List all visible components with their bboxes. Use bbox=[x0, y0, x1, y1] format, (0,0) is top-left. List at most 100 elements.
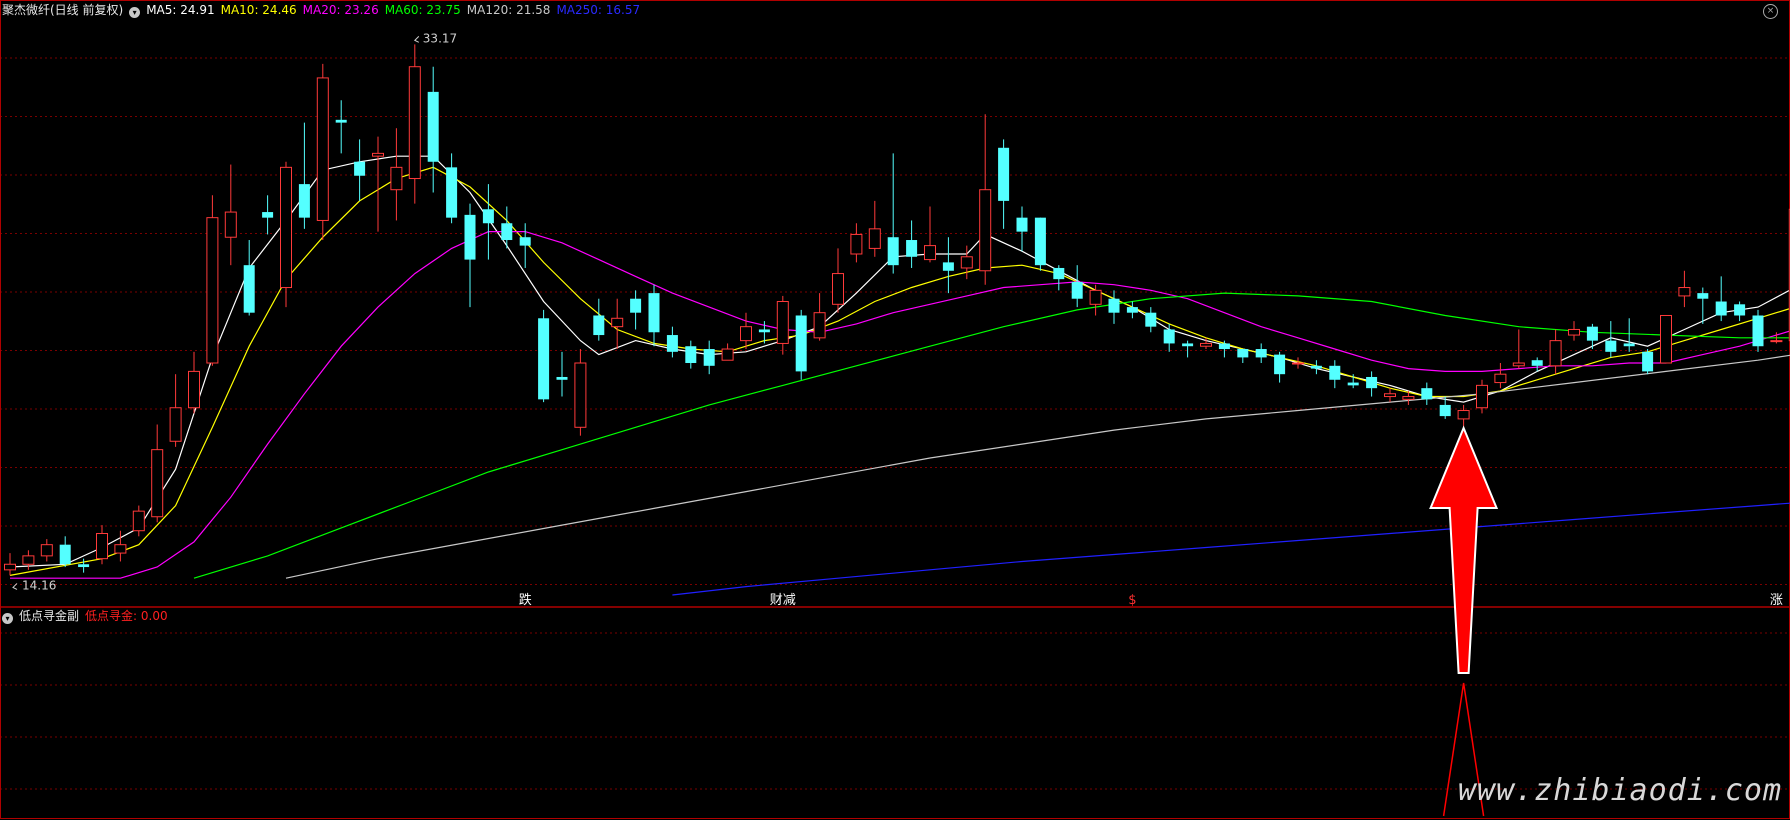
candle-body bbox=[721, 348, 734, 361]
candle-body bbox=[78, 564, 90, 568]
candle-body bbox=[206, 217, 219, 364]
stock-title[interactable]: 聚杰微纤(日线 前复权) bbox=[2, 3, 123, 17]
candle-body bbox=[482, 209, 494, 224]
signal-label: 财减 bbox=[770, 593, 796, 608]
candle-body bbox=[1586, 326, 1598, 341]
ma10-line bbox=[9, 166, 1790, 576]
candle-body bbox=[427, 91, 439, 162]
candle-body bbox=[630, 298, 642, 313]
candle-body bbox=[1549, 340, 1562, 367]
candle-body bbox=[1734, 304, 1746, 316]
moving-average-lines bbox=[9, 155, 1790, 596]
candle-body bbox=[316, 77, 329, 221]
candle-body bbox=[1439, 404, 1451, 417]
candle-body bbox=[611, 317, 624, 328]
chart-annotations: 33.17 14.16 跌 财减 $ 涨 bbox=[12, 31, 1783, 674]
candle-body bbox=[1053, 267, 1065, 280]
ma120-line bbox=[285, 354, 1790, 579]
candle-body bbox=[1402, 396, 1415, 400]
candle-body bbox=[1145, 312, 1157, 327]
indicator-menu-icon[interactable]: ▾ bbox=[2, 613, 13, 624]
candle-body bbox=[501, 223, 513, 241]
candle-body bbox=[1126, 307, 1138, 313]
candle-body bbox=[574, 362, 587, 428]
ma-legend-item: MA120: 21.58 bbox=[466, 3, 551, 17]
candle-body bbox=[390, 166, 403, 191]
grid-lines bbox=[0, 0, 1790, 819]
candle-body bbox=[1016, 217, 1028, 232]
candle-body bbox=[59, 544, 71, 565]
candle-body bbox=[758, 329, 770, 333]
ma-legend-item: MA250: 16.57 bbox=[556, 3, 641, 17]
sub-indicator-title[interactable]: 低点寻金副 bbox=[19, 609, 79, 623]
candle-body bbox=[1310, 365, 1322, 369]
candle-body bbox=[1384, 393, 1396, 398]
candle-body bbox=[1218, 343, 1230, 350]
candle-body bbox=[224, 211, 237, 238]
signal-label: 涨 bbox=[1770, 593, 1783, 608]
candle-body bbox=[1071, 281, 1083, 299]
candle-body bbox=[924, 245, 936, 261]
candle-body bbox=[4, 563, 16, 571]
candle-body bbox=[188, 370, 200, 409]
candle-body bbox=[262, 212, 274, 218]
candle-body bbox=[1163, 329, 1175, 344]
candle-body bbox=[1108, 298, 1120, 313]
candle-body bbox=[1715, 301, 1727, 316]
close-icon[interactable]: × bbox=[1763, 4, 1778, 19]
candle-body bbox=[1200, 342, 1212, 347]
candle-body bbox=[1457, 410, 1470, 420]
candle-body bbox=[1366, 376, 1378, 389]
candle-body bbox=[40, 544, 53, 557]
candle-body bbox=[464, 214, 476, 260]
candle-body bbox=[1347, 382, 1359, 386]
candle-body bbox=[832, 273, 844, 305]
sub-indicator-value: 低点寻金: 0.00 bbox=[85, 609, 168, 623]
candle-body bbox=[666, 335, 678, 352]
candle-body bbox=[96, 533, 108, 560]
candle-body bbox=[354, 161, 366, 176]
candle-body bbox=[132, 510, 145, 532]
stock-chart[interactable]: 33.17 14.16 跌 财减 $ 涨 bbox=[0, 0, 1790, 820]
candle-body bbox=[519, 237, 531, 246]
candle-body bbox=[868, 228, 881, 249]
candle-body bbox=[1274, 354, 1286, 375]
candle-body bbox=[887, 237, 899, 266]
candle-body bbox=[1697, 293, 1709, 299]
candle-body bbox=[169, 407, 182, 442]
candle-body bbox=[556, 376, 568, 380]
high-price-label: 33.17 bbox=[423, 31, 457, 45]
candle-body bbox=[960, 256, 973, 269]
candle-body bbox=[850, 233, 863, 255]
high-label-pointer bbox=[413, 36, 420, 43]
sub-header: ▾ 低点寻金副 低点寻金: 0.00 bbox=[2, 608, 174, 624]
main-header: 聚杰微纤(日线 前复权) ▾ MA5: 24.91 MA10: 24.46 MA20: … bbox=[2, 2, 652, 18]
candle-body bbox=[648, 293, 660, 333]
candle-body bbox=[1255, 349, 1267, 358]
candle-body bbox=[795, 315, 807, 372]
candle-body bbox=[1568, 328, 1580, 336]
candle-body bbox=[1605, 340, 1617, 352]
settings-icon[interactable]: ▾ bbox=[129, 7, 141, 18]
candle-body bbox=[979, 189, 992, 272]
candle-body bbox=[593, 315, 605, 336]
ma5-line bbox=[9, 155, 1790, 568]
candle-body bbox=[1660, 314, 1672, 364]
candle-body bbox=[280, 166, 292, 289]
candle-body bbox=[1512, 362, 1525, 367]
ma250-line bbox=[672, 502, 1790, 596]
candle-body bbox=[1329, 365, 1341, 380]
candle-body bbox=[685, 346, 697, 364]
candle-body bbox=[22, 555, 35, 565]
candle-body bbox=[1642, 351, 1654, 372]
candle-body bbox=[998, 147, 1010, 201]
candle-body bbox=[1292, 362, 1304, 365]
candle-body bbox=[906, 240, 918, 257]
candle-body bbox=[1531, 360, 1543, 366]
ma-legend-item: MA5: 24.91 bbox=[146, 3, 215, 17]
candle-body bbox=[408, 66, 421, 180]
ma-legend-item: MA10: 24.46 bbox=[220, 3, 297, 17]
candle-body bbox=[1089, 289, 1102, 305]
candle-body bbox=[446, 167, 458, 218]
low-price-label: 14.16 bbox=[22, 578, 56, 592]
